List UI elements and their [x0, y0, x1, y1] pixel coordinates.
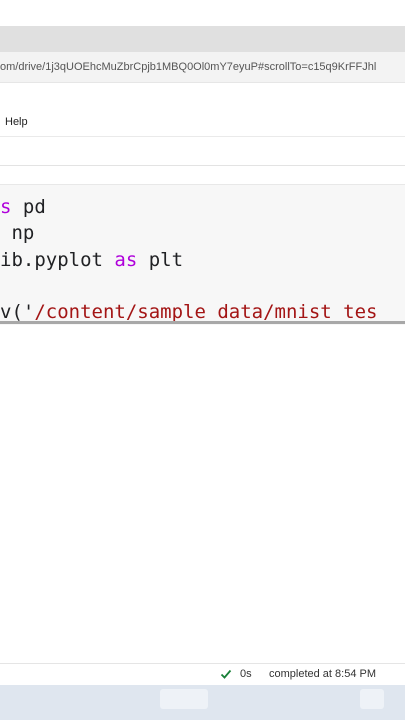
- keyword-as: s: [0, 196, 12, 218]
- execution-time: 0s: [240, 668, 252, 680]
- code-line-1[interactable]: s pd: [0, 196, 46, 218]
- status-bar: 0s completed at 8:54 PM: [0, 663, 405, 686]
- address-bar[interactable]: om/drive/1j3qUOEhcMuZbrCpjb1MBQ0Ol0mY7ey…: [0, 52, 405, 83]
- taskbar-item[interactable]: [360, 689, 384, 709]
- top-edge: [0, 0, 405, 26]
- code-text: v(': [0, 301, 35, 323]
- code-line-2[interactable]: np: [0, 222, 34, 244]
- cell-focus-underline: [0, 321, 405, 324]
- taskbar: [0, 685, 405, 720]
- code-text: ib.pyplot: [0, 249, 115, 271]
- browser-tab-strip[interactable]: [0, 26, 405, 52]
- menu-item-help[interactable]: Help: [5, 116, 28, 128]
- taskbar-item[interactable]: [160, 689, 208, 709]
- keyword-as: as: [114, 249, 138, 271]
- url-text[interactable]: om/drive/1j3qUOEhcMuZbrCpjb1MBQ0Ol0mY7ey…: [0, 61, 376, 73]
- code-text: plt: [137, 249, 184, 271]
- checkmark-icon: [220, 669, 232, 679]
- completed-status: completed at 8:54 PM: [269, 668, 377, 680]
- code-line-4[interactable]: v('/content/sample_data/mnist_tes: [0, 301, 378, 323]
- notebook-menu-bar: Help: [0, 108, 405, 137]
- code-text: pd: [11, 196, 46, 218]
- notebook-toolbar: [0, 137, 405, 166]
- code-cell[interactable]: s pd np ib.pyplot as plt v('/content/sam…: [0, 184, 405, 325]
- code-line-3[interactable]: ib.pyplot as plt: [0, 249, 183, 271]
- path-string: /content/sample_data/mnist_tes: [34, 301, 378, 323]
